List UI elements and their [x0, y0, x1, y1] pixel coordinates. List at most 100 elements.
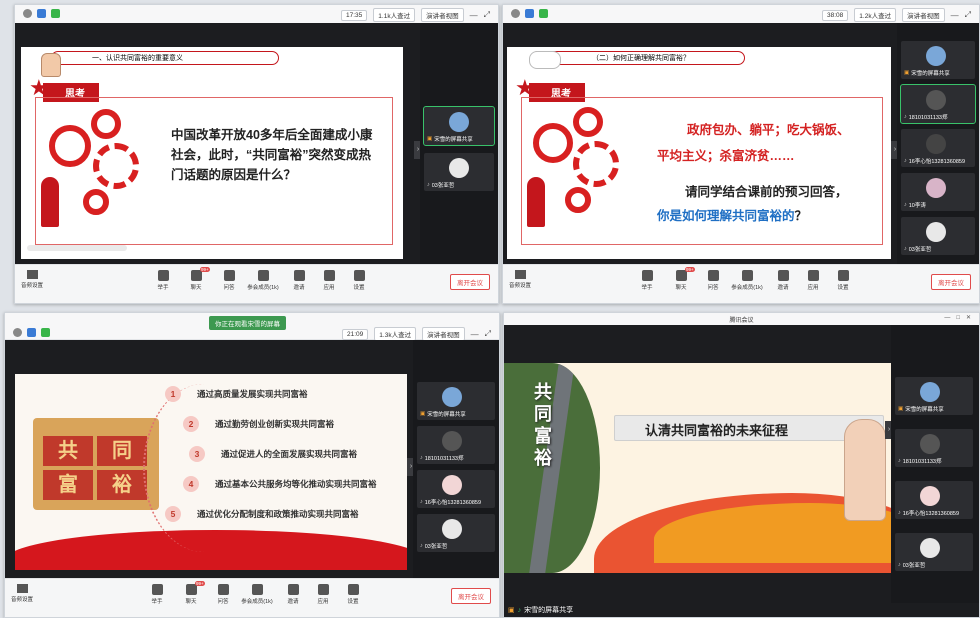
minimize-icon[interactable]: — [944, 315, 950, 321]
slide-heading-text: 一、认识共同富裕的重要意义 [92, 55, 183, 62]
close-icon[interactable]: ✕ [966, 314, 971, 321]
minimize-icon[interactable]: — [951, 11, 959, 20]
fullscreen-icon[interactable]: ⤢ [485, 329, 491, 339]
participants-button[interactable]: 参会成员(1k) [243, 270, 283, 291]
char-tile: 裕 [97, 470, 147, 500]
participant-card[interactable]: ♪ 18101031133郑 [417, 426, 495, 464]
signal-icon [41, 328, 50, 337]
audio-settings-button[interactable]: 音频设置 [509, 270, 531, 289]
participant-name-text: 03张亚哲 [431, 183, 455, 189]
tool-label: 设置 [353, 285, 365, 291]
fullscreen-icon[interactable]: ⤢ [965, 10, 971, 20]
tool-label: 问答 [707, 285, 719, 291]
viewer-count[interactable]: 1.1k人查过 [373, 8, 416, 22]
info-icon[interactable] [23, 9, 32, 18]
info-icon[interactable] [511, 9, 520, 18]
leave-meeting-button[interactable]: 离开会议 [451, 588, 491, 604]
viewer-count[interactable]: 1.3k人查过 [374, 327, 417, 341]
shield-icon[interactable] [525, 9, 534, 18]
participants-button[interactable]: 参会成员(1k) [727, 270, 767, 291]
share-label[interactable]: ▣ ♪ 宋雪的屏幕共享 [508, 605, 573, 615]
qa-button[interactable]: 问答 [697, 270, 729, 291]
settings-button[interactable]: 设置 [343, 270, 375, 291]
participant-name-text: 03张亚哲 [902, 563, 926, 569]
meeting-toolbar: 音频设置 举手 聊天 99+ 问答 参会成员(1k) 邀请 应用 设置 离开会议 [5, 578, 499, 617]
participants-button[interactable]: 参会成员(1k) [237, 584, 277, 605]
settings-button[interactable]: 设置 [337, 584, 369, 605]
info-icon[interactable] [13, 328, 22, 337]
avatar [920, 434, 940, 454]
question-icon [707, 270, 719, 281]
gear-icon [573, 107, 603, 137]
content-area: 一、认识共同富裕的重要意义 思考 ★ 中国改革开放40多年后全面建成小康社会，此… [15, 23, 422, 265]
avatar [926, 178, 946, 198]
chat-button[interactable]: 聊天 99+ [180, 267, 212, 291]
participant-name: ♪ 18101031133郑 [904, 113, 948, 121]
view-mode-button[interactable]: 演讲者视图 [421, 8, 464, 22]
participant-card[interactable]: ♪ 16李心怡13281360859 [417, 470, 495, 508]
apps-button[interactable]: 应用 [307, 584, 339, 605]
slide-controls[interactable] [27, 245, 127, 251]
chat-badge: 99+ [195, 581, 205, 586]
invite-button[interactable]: 邀请 [277, 584, 309, 605]
participant-card[interactable]: ♪ 03张亚哲 [895, 533, 973, 571]
chat-button[interactable]: 聊天 99+ [175, 581, 207, 605]
participant-card[interactable]: ♪ 18101031133郑 [900, 84, 976, 124]
qa-button[interactable]: 问答 [213, 270, 245, 291]
title-bar: 38:08 1.2k人查过 演讲者视图 — ⤢ [503, 5, 979, 24]
minimize-icon[interactable]: — [470, 11, 478, 20]
participant-card[interactable]: ▣ 宋雪的屏幕共享 [417, 382, 495, 420]
mic-icon: ♪ [898, 458, 901, 464]
char-tile: 共 [43, 436, 93, 466]
qa-button[interactable]: 问答 [207, 584, 239, 605]
participant-card[interactable]: ♪ 10李涛 [901, 173, 975, 211]
shield-icon[interactable] [27, 328, 36, 337]
fullscreen-icon[interactable]: ⤢ [484, 10, 490, 20]
leave-meeting-button[interactable]: 离开会议 [450, 274, 490, 290]
settings-button[interactable]: 设置 [827, 270, 859, 291]
list-number: 5 [165, 506, 181, 522]
raise-hand-button[interactable]: 举手 [631, 270, 663, 291]
apps-button[interactable]: 应用 [797, 270, 829, 291]
apps-icon [323, 270, 335, 281]
leave-meeting-button[interactable]: 离开会议 [931, 274, 971, 290]
avatar [442, 475, 462, 495]
raise-hand-button[interactable]: 举手 [147, 270, 179, 291]
audio-settings-button[interactable]: 音频设置 [21, 270, 43, 289]
shared-slide: 共 同 富 裕 1 通过高质量发展实现共同富裕 2 通过勤劳创业创新实现共同富裕 3… [15, 374, 407, 570]
participant-name-text: 18101031133郑 [908, 115, 948, 121]
participant-card[interactable]: ♪ 18101031133郑 [895, 429, 973, 467]
participant-card[interactable]: ♪ 03张亚哲 [424, 153, 494, 191]
prompt-line: 请同学结合课前的预习回答， [685, 185, 848, 199]
view-mode-button[interactable]: 演讲者视图 [902, 8, 945, 22]
tool-label: 应用 [323, 285, 335, 291]
question-line-text: 你是如何理解共同富裕的 [657, 209, 795, 223]
viewer-count[interactable]: 1.2k人查过 [854, 8, 897, 22]
gear-icon [573, 141, 619, 187]
list-item: 3 通过促进人的全面发展实现共同富裕 [189, 446, 357, 462]
participant-name: ♪ 03张亚哲 [904, 245, 931, 253]
participant-card[interactable]: ▣ 宋雪的屏幕共享 [895, 377, 973, 415]
participant-name: ▣ 宋雪的屏幕共享 [904, 69, 950, 77]
minimize-icon[interactable]: — [471, 330, 479, 339]
participant-card[interactable]: ▣ 宋雪的屏幕共享 [423, 106, 495, 146]
title-bar: 17:35 1.1k人查过 演讲者视图 — ⤢ [15, 5, 498, 24]
participant-card[interactable]: ♪ 16李心怡13281360859 [895, 481, 973, 519]
shield-icon[interactable] [37, 9, 46, 18]
participant-card[interactable]: ▣ 宋雪的屏幕共享 [901, 41, 975, 79]
apps-button[interactable]: 应用 [313, 270, 345, 291]
worker-figure [41, 177, 59, 227]
invite-button[interactable]: 邀请 [283, 270, 315, 291]
participant-card[interactable]: ♪ 03张亚哲 [901, 217, 975, 255]
raise-hand-button[interactable]: 举手 [141, 584, 173, 605]
invite-button[interactable]: 邀请 [767, 270, 799, 291]
maximize-icon[interactable]: □ [956, 315, 960, 321]
participant-card[interactable]: ♪ 03张亚哲 [417, 514, 495, 552]
participant-name: ♪ 16李心怡13281360859 [904, 157, 965, 165]
content-area: （二）如何正确理解共同富裕？ 思考 ★ 政府包办、躺平；吃大锅饭、 平均主义；杀… [503, 23, 899, 265]
audio-settings-button[interactable]: 音频设置 [11, 584, 33, 603]
list-number: 2 [183, 416, 199, 432]
chat-button[interactable]: 聊天 99+ [665, 267, 697, 291]
view-mode-button[interactable]: 演讲者视图 [422, 327, 465, 341]
participant-card[interactable]: ♪ 16李心怡13281360859 [901, 129, 975, 167]
